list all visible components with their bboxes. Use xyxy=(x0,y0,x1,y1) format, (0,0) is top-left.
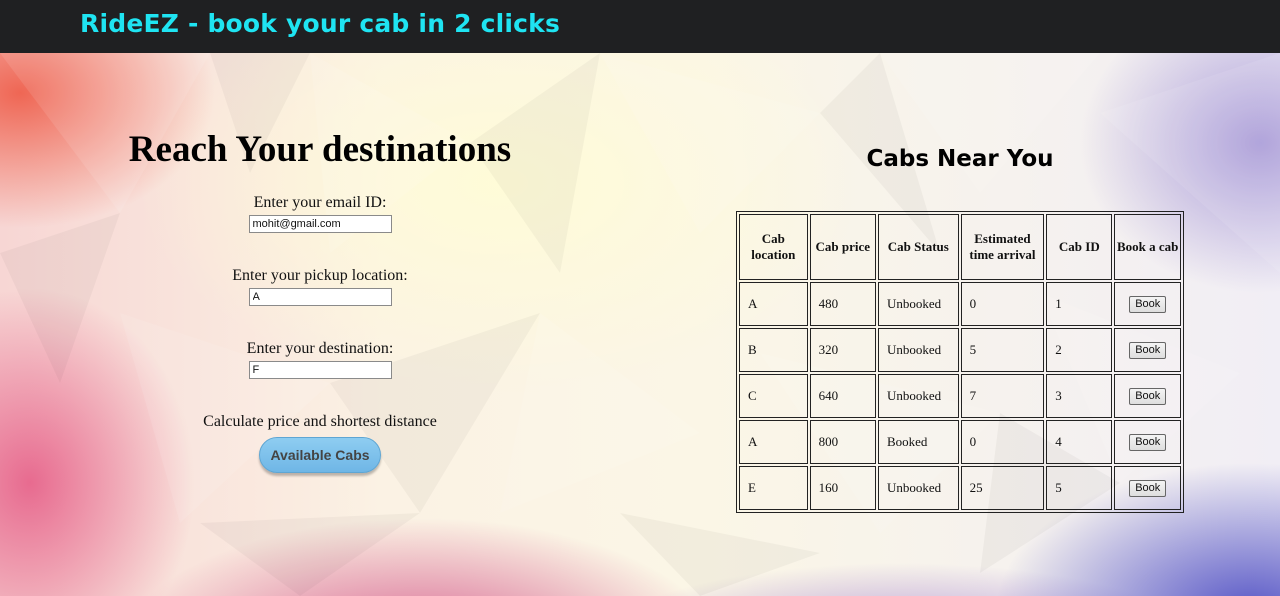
cab-price-cell: 800 xyxy=(809,420,876,464)
table-row: A 480 Unbooked 0 1 Book xyxy=(739,282,1181,326)
table-row: E 160 Unbooked 25 5 Book xyxy=(739,466,1181,510)
cabs-table: Cab location Cab price Cab Status Estima… xyxy=(736,211,1184,513)
book-cell: Book xyxy=(1114,420,1181,464)
cab-eta-cell: 0 xyxy=(960,420,1045,464)
email-label: Enter your email ID: xyxy=(253,194,387,211)
cab-status-cell: Unbooked xyxy=(877,328,959,372)
email-field-group: Enter your email ID: xyxy=(110,194,530,233)
calculate-group: Calculate price and shortest distance Av… xyxy=(110,413,530,473)
cab-location-cell: E xyxy=(739,466,808,510)
book-cell: Book xyxy=(1114,466,1181,510)
cab-status-cell: Booked xyxy=(877,420,959,464)
table-header-row: Cab location Cab price Cab Status Estima… xyxy=(739,214,1181,280)
cab-location-cell: C xyxy=(739,374,808,418)
destination-label: Enter your destination: xyxy=(246,340,394,357)
column-header: Cab location xyxy=(739,214,808,280)
destination-field-group: Enter your destination: xyxy=(110,340,530,379)
cab-status-cell: Unbooked xyxy=(877,282,959,326)
cabs-heading: Cabs Near You xyxy=(866,146,1054,172)
cab-eta-cell: 0 xyxy=(960,282,1045,326)
cab-location-cell: A xyxy=(739,282,808,326)
form-heading: Reach Your destinations xyxy=(128,129,512,170)
calculate-label: Calculate price and shortest distance xyxy=(203,413,437,430)
pickup-label: Enter your pickup location: xyxy=(232,267,408,284)
book-cell: Book xyxy=(1114,374,1181,418)
cab-eta-cell: 5 xyxy=(960,328,1045,372)
cab-id-cell: 4 xyxy=(1046,420,1113,464)
top-navbar: RideEZ - book your cab in 2 clicks xyxy=(0,0,1280,53)
available-cabs-button[interactable]: Available Cabs xyxy=(259,437,381,473)
column-header: Cab price xyxy=(809,214,876,280)
cab-location-cell: A xyxy=(739,420,808,464)
book-button[interactable]: Book xyxy=(1129,342,1167,359)
cab-id-cell: 3 xyxy=(1046,374,1113,418)
cab-id-cell: 5 xyxy=(1046,466,1113,510)
cab-eta-cell: 7 xyxy=(960,374,1045,418)
pickup-field-group: Enter your pickup location: xyxy=(110,267,530,306)
booking-form: Reach Your destinations Enter your email… xyxy=(110,128,530,473)
email-field[interactable] xyxy=(248,215,392,233)
column-header: Book a cab xyxy=(1114,214,1181,280)
brand-title[interactable]: RideEZ - book your cab in 2 clicks xyxy=(80,9,560,38)
cab-price-cell: 480 xyxy=(809,282,876,326)
table-row: B 320 Unbooked 5 2 Book xyxy=(739,328,1181,372)
book-cell: Book xyxy=(1114,328,1181,372)
cab-status-cell: Unbooked xyxy=(877,374,959,418)
pickup-field[interactable] xyxy=(248,288,392,306)
cab-price-cell: 640 xyxy=(809,374,876,418)
column-header: Cab ID xyxy=(1046,214,1113,280)
column-header: Estimated time arrival xyxy=(960,214,1045,280)
cab-status-cell: Unbooked xyxy=(877,466,959,510)
book-button[interactable]: Book xyxy=(1129,480,1167,497)
book-button[interactable]: Book xyxy=(1129,388,1167,405)
column-header: Cab Status xyxy=(877,214,959,280)
cab-price-cell: 320 xyxy=(809,328,876,372)
cab-price-cell: 160 xyxy=(809,466,876,510)
cab-id-cell: 2 xyxy=(1046,328,1113,372)
cab-id-cell: 1 xyxy=(1046,282,1113,326)
cab-location-cell: B xyxy=(739,328,808,372)
table-row: A 800 Booked 0 4 Book xyxy=(739,420,1181,464)
destination-field[interactable] xyxy=(248,361,392,379)
book-button[interactable]: Book xyxy=(1129,434,1167,451)
book-button[interactable]: Book xyxy=(1129,296,1167,313)
cab-eta-cell: 25 xyxy=(960,466,1045,510)
book-cell: Book xyxy=(1114,282,1181,326)
table-row: C 640 Unbooked 7 3 Book xyxy=(739,374,1181,418)
